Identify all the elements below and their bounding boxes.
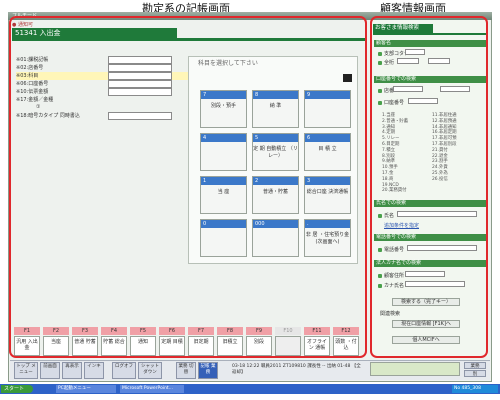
other-button[interactable]: 別 <box>464 370 486 377</box>
redisplay-button[interactable]: 再表示 <box>62 362 82 379</box>
shutdown-button[interactable]: シャット ダウン <box>138 362 162 379</box>
system-clock: No 485_308 <box>452 385 498 393</box>
switch-business-button[interactable]: 業務 切替 <box>176 362 196 379</box>
top-menu-button[interactable]: トップ メニュー <box>14 362 38 379</box>
start-button[interactable]: スタート <box>1 385 33 393</box>
message-area <box>370 362 460 376</box>
customer-screen-highlight <box>370 16 488 358</box>
previous-screen-button[interactable]: 前画面 <box>40 362 60 379</box>
session-info: 03-18 12:22 職員2011 ZT109810 課長性 -- 出納 01… <box>232 364 361 375</box>
logoff-button[interactable]: ログオフ <box>112 362 136 379</box>
business-button[interactable]: 業務 <box>464 362 486 369</box>
taskbar-item-powerpoint[interactable]: Microsoft PowerPoint... <box>120 385 184 393</box>
ledger-business-button[interactable]: 記帳 業務 <box>198 362 218 379</box>
ledger-screen-highlight <box>9 16 367 358</box>
ink-button[interactable]: インキ <box>84 362 104 379</box>
taskbar-item-menu[interactable]: PC起動メニュー <box>56 385 116 393</box>
app-taskbar-buttons: トップ メニュー 前画面 再表示 インキ ログオフ シャット ダウン 業務 切替… <box>14 362 218 379</box>
